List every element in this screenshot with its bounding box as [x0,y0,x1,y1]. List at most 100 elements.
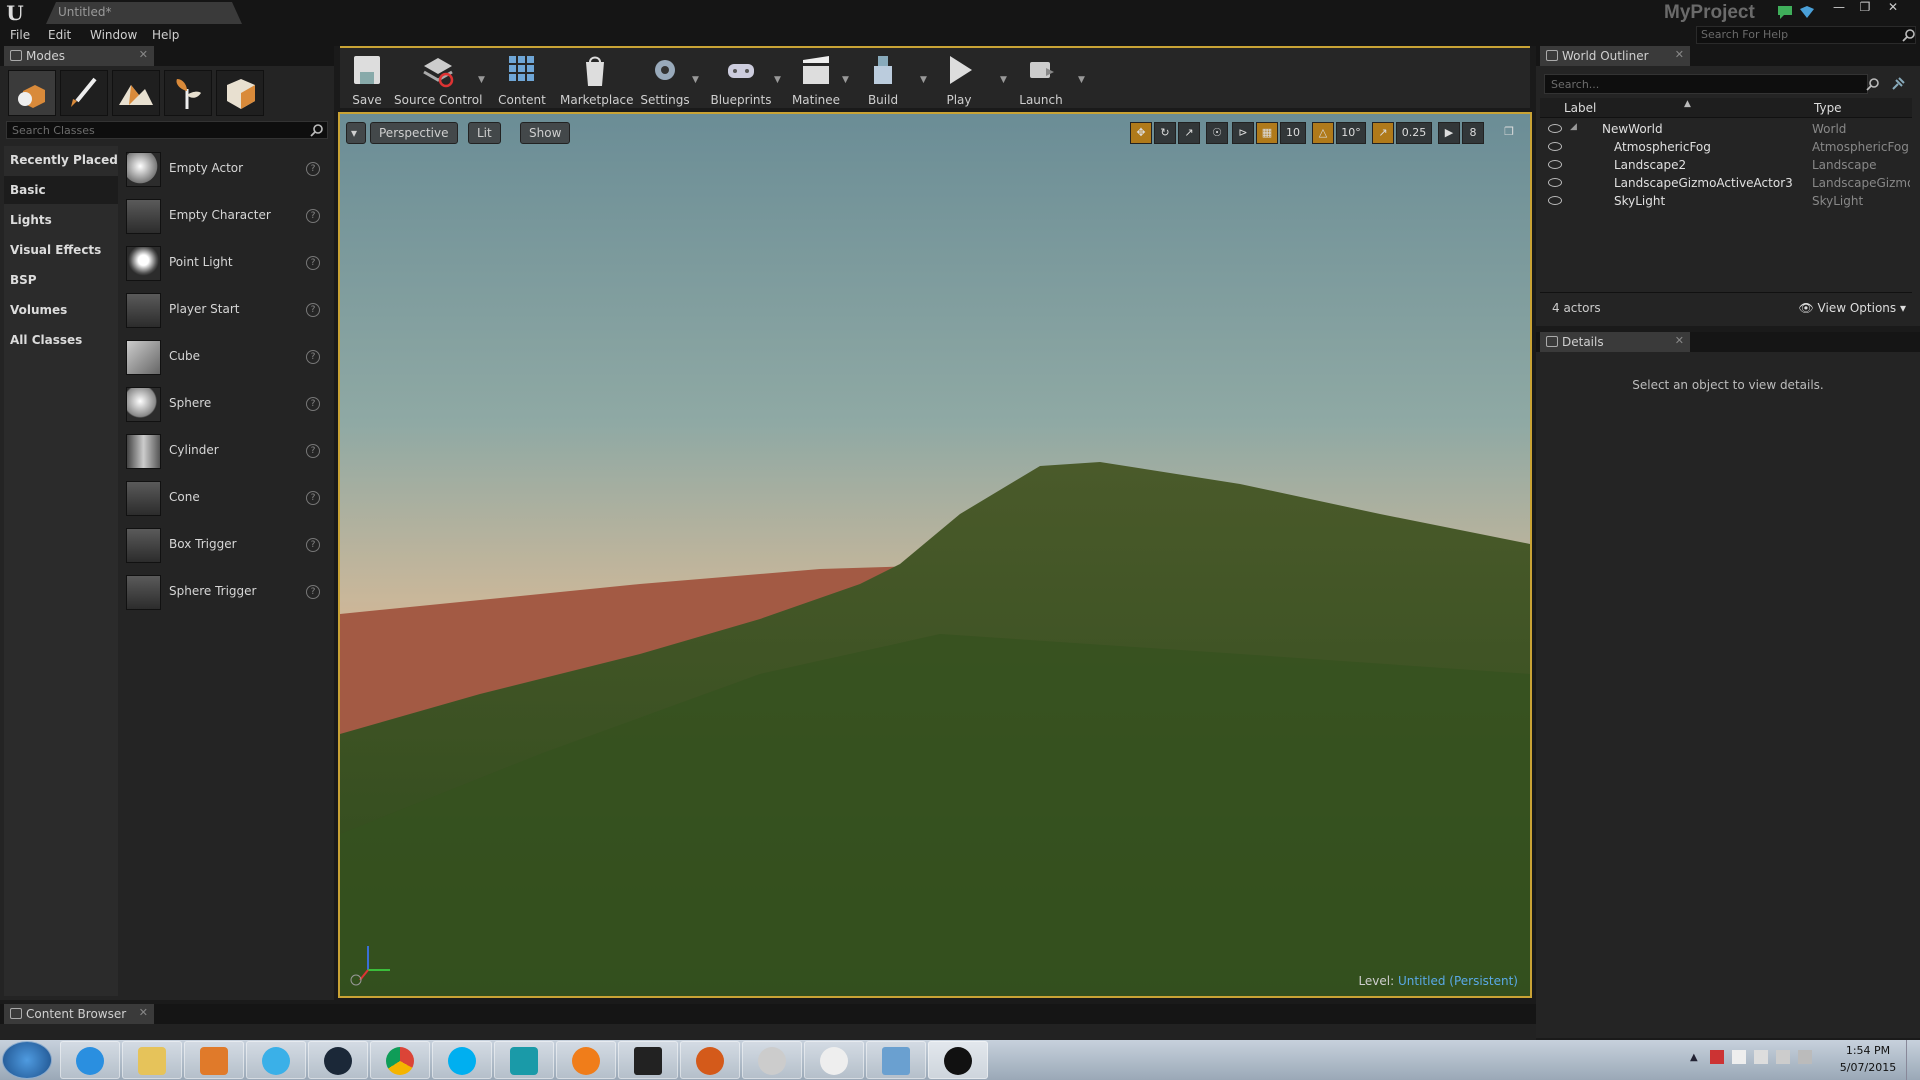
place-item-point-light[interactable]: Point Light? [126,243,326,283]
category-all-classes[interactable]: All Classes [4,326,118,354]
world-local-icon[interactable]: ☉ [1206,122,1228,144]
chevron-down-icon[interactable]: ▼ [1078,75,1085,85]
help-icon[interactable]: ? [306,256,320,270]
surface-snap-icon[interactable]: ⊳ [1232,122,1254,144]
visibility-eye-icon[interactable] [1548,160,1562,169]
chevron-down-icon[interactable]: ▼ [1000,75,1007,85]
place-item-empty-character[interactable]: Empty Character? [126,196,326,236]
sourcecontrol-status-icon[interactable] [1798,4,1816,20]
column-label[interactable]: Label [1564,101,1596,115]
camera-speed-value[interactable]: 8 [1462,122,1484,144]
taskbar-unreal[interactable] [928,1041,988,1079]
place-item-box-trigger[interactable]: Box Trigger? [126,525,326,565]
tray-device-icon[interactable] [1754,1050,1768,1064]
column-type[interactable]: Type [1814,101,1842,115]
help-icon[interactable]: ? [306,303,320,317]
help-icon[interactable]: ? [306,538,320,552]
blueprints-button[interactable]: Blueprints [710,50,772,108]
chevron-down-icon[interactable]: ▼ [920,75,927,85]
taskbar-skype[interactable] [432,1041,492,1079]
outliner-row[interactable]: ◢ NewWorld World [1540,120,1912,138]
viewport-options-button[interactable]: ▾ [346,122,366,144]
place-item-player-start[interactable]: Player Start? [126,290,326,330]
tab-world-outliner[interactable]: World Outliner ✕ [1540,46,1690,66]
tab-content-browser[interactable]: Content Browser ✕ [4,1004,154,1024]
paint-mode-button[interactable] [60,70,108,116]
document-tab[interactable]: Untitled* [46,2,242,24]
tray-flag-icon[interactable] [1710,1050,1724,1064]
taskbar-chrome[interactable] [370,1041,430,1079]
chevron-down-icon[interactable]: ▼ [774,75,781,85]
source-control-button[interactable]: Source Control [394,50,482,108]
place-item-cylinder[interactable]: Cylinder? [126,431,326,471]
help-icon[interactable]: ? [306,162,320,176]
taskbar-paint[interactable] [742,1041,802,1079]
taskbar-chat[interactable] [246,1041,306,1079]
start-button[interactable] [2,1041,52,1079]
menu-window[interactable]: Window [90,28,137,42]
place-item-cone[interactable]: Cone? [126,478,326,518]
category-volumes[interactable]: Volumes [4,296,118,324]
taskbar-orbit[interactable] [680,1041,740,1079]
outliner-row[interactable]: LandscapeGizmoActiveActor3 LandscapeGizmo… [1540,174,1912,192]
help-icon[interactable]: ? [306,350,320,364]
help-icon[interactable]: ? [306,209,320,223]
category-lights[interactable]: Lights [4,206,118,234]
scale-icon[interactable]: ↗ [1178,122,1200,144]
show-hidden-icons[interactable]: ▲ [1690,1052,1698,1063]
content-button[interactable]: Content [496,50,548,108]
close-icon[interactable]: ✕ [139,1006,148,1019]
category-bsp[interactable]: BSP [4,266,118,294]
rotation-snap-icon[interactable]: △ [1312,122,1334,144]
menu-edit[interactable]: Edit [48,28,71,42]
minimize-button[interactable]: — [1826,0,1852,16]
clock-time[interactable]: 1:54 PM [1838,1044,1898,1057]
taskbar-explorer[interactable] [122,1041,182,1079]
help-icon[interactable]: ? [306,397,320,411]
matinee-button[interactable]: Matinee [790,50,842,108]
chevron-down-icon[interactable]: ▼ [478,75,485,85]
scale-snap-icon[interactable]: ↗ [1372,122,1394,144]
launch-button[interactable]: Launch [1016,50,1066,108]
category-basic[interactable]: Basic [4,176,118,204]
close-button[interactable]: ✕ [1880,0,1906,16]
geometry-mode-button[interactable] [216,70,264,116]
menu-help[interactable]: Help [152,28,179,42]
save-button[interactable]: Save [346,50,388,108]
taskbar-glasses[interactable] [804,1041,864,1079]
help-icon[interactable]: ? [306,444,320,458]
notification-icon[interactable] [1776,4,1794,20]
visibility-eye-icon[interactable] [1548,196,1562,205]
taskbar-3dsmax[interactable] [494,1041,554,1079]
translate-icon[interactable]: ✥ [1130,122,1152,144]
show-button[interactable]: Show [520,122,571,144]
build-button[interactable]: Build [860,50,906,108]
volume-icon[interactable] [1798,1050,1812,1064]
close-icon[interactable]: ✕ [1675,334,1684,347]
level-viewport[interactable]: ▾ Perspective Lit Show ✥ ↻ ↗ ☉ ⊳ ▦ 10 △ … [338,112,1532,998]
place-item-sphere-trigger[interactable]: Sphere Trigger? [126,572,326,612]
class-search-input[interactable]: Search Classes [6,121,328,139]
network-icon[interactable] [1776,1050,1790,1064]
place-mode-button[interactable] [8,70,56,116]
outliner-row[interactable]: AtmosphericFog AtmosphericFog [1540,138,1912,156]
outliner-search-input[interactable]: Search... [1544,74,1868,94]
outliner-row[interactable]: Landscape2 Landscape [1540,156,1912,174]
place-item-cube[interactable]: Cube? [126,337,326,377]
help-icon[interactable]: ? [306,585,320,599]
taskbar-epic[interactable] [618,1041,678,1079]
place-item-empty-actor[interactable]: Empty Actor? [126,149,326,189]
taskbar-steam[interactable] [308,1041,368,1079]
scale-snap-value[interactable]: 0.25 [1396,122,1432,144]
play-button[interactable]: Play [938,50,980,108]
clock-date[interactable]: 5/07/2015 [1838,1061,1898,1074]
unreal-logo-icon[interactable]: U [4,2,26,24]
category-recently-placed[interactable]: Recently Placed [4,146,118,174]
settings-button[interactable]: Settings [640,50,690,108]
foliage-mode-button[interactable] [164,70,212,116]
rotate-icon[interactable]: ↻ [1154,122,1176,144]
chevron-down-icon[interactable]: ▼ [692,75,699,85]
pin-icon[interactable] [1890,76,1906,92]
taskbar-media[interactable] [184,1041,244,1079]
category-visual-effects[interactable]: Visual Effects [4,236,118,264]
